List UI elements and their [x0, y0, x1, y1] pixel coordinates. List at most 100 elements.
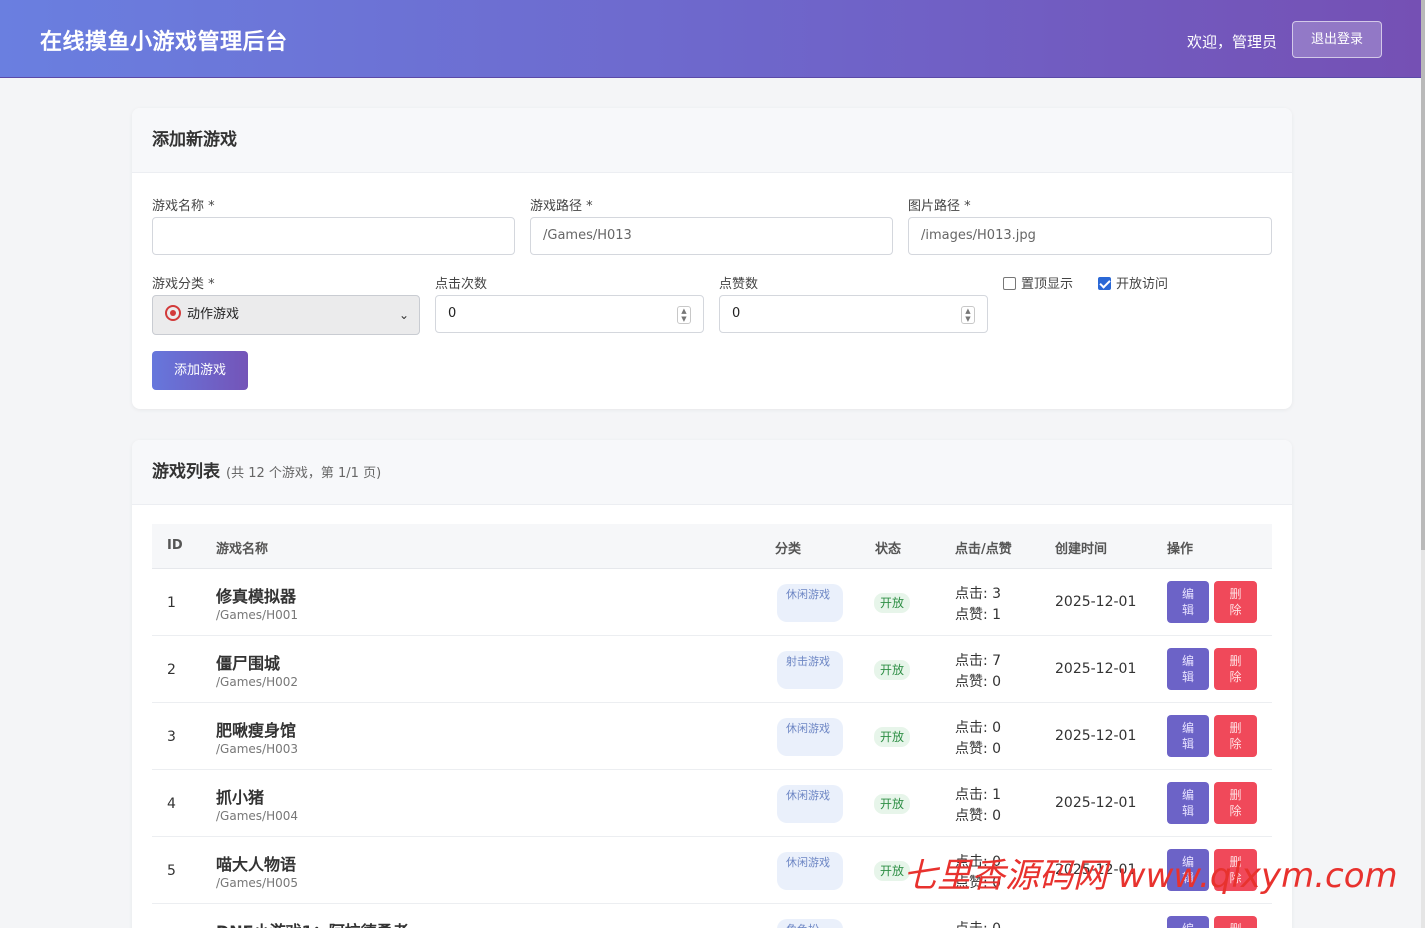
- top-bar: 在线摸鱼小游戏管理后台 欢迎，管理员 退出登录: [0, 0, 1425, 78]
- row-id: 4: [167, 796, 176, 812]
- scrollbar-thumb[interactable]: [1421, 0, 1425, 550]
- clicks-label: 点击次数: [435, 277, 488, 292]
- col-name: 游戏名称: [216, 542, 269, 557]
- category-badge: 休闲游戏: [777, 718, 843, 756]
- delete-button[interactable]: 删 除: [1214, 648, 1257, 690]
- row-id: 1: [167, 595, 176, 611]
- row-id: 3: [167, 729, 176, 745]
- row-game-name: 僵尸围城: [216, 654, 281, 673]
- row-game-path: /Games/H001: [216, 608, 298, 622]
- table-row: 3 肥啾瘦身馆/Games/H003 休闲游戏 开放 2025-12-01 点击: 0 点赞…: [152, 703, 1272, 770]
- chevron-down-icon: ⌄: [398, 308, 409, 322]
- likes-value: 0: [732, 306, 741, 321]
- add-game-card: 添加新游戏 游戏名称 * 游戏路径 * /Games/H013 图片路径 * /…: [132, 108, 1292, 409]
- clicks-value: 0: [448, 306, 457, 321]
- status-badge: 开放: [874, 794, 911, 814]
- game-list-summary: (共 12 个游戏，第 1/1 页): [226, 466, 382, 481]
- row-game-path: /Games/H002: [216, 675, 298, 689]
- add-game-card-header: 添加新游戏: [132, 108, 1292, 173]
- clicks-spinner-icon[interactable]: ▲ ▼: [677, 306, 691, 324]
- game-list-title-text: 游戏列表: [152, 462, 220, 482]
- row-clicks: 点击: 1: [955, 787, 1002, 803]
- row-likes: 点赞: 0: [955, 741, 1002, 757]
- likes-input[interactable]: 0 ▲ ▼: [719, 295, 988, 333]
- row-clicks-likes: 点击: 0 点赞: 0: [955, 718, 1001, 760]
- category-label: 游戏分类 *: [152, 277, 215, 292]
- likes-label: 点赞数: [719, 277, 759, 292]
- app-title: 在线摸鱼小游戏管理后台: [40, 30, 288, 55]
- row-clicks: 点击: 7: [955, 653, 1002, 669]
- game-name-label: 游戏名称 *: [152, 199, 215, 214]
- row-created-date: 2025-12-01: [1055, 594, 1137, 610]
- row-id: 2: [167, 662, 176, 678]
- edit-button[interactable]: 编 辑: [1167, 916, 1209, 928]
- edit-button[interactable]: 编 辑: [1167, 782, 1209, 824]
- category-badge: 休闲游戏: [777, 852, 843, 890]
- watermark: 七里香源码网 www.qlxym.com: [903, 856, 1398, 896]
- category-badge: 角色扮: [777, 919, 843, 928]
- add-game-button[interactable]: 添加游戏: [152, 351, 248, 390]
- row-clicks-likes: 点击: 0: [955, 919, 1001, 928]
- logout-button[interactable]: 退出登录: [1292, 21, 1382, 58]
- row-clicks-likes: 点击: 1 点赞: 0: [955, 785, 1001, 827]
- pin-label: 置顶显示: [1021, 277, 1074, 292]
- row-game-path: /Games/H004: [216, 809, 298, 823]
- row-likes: 点赞: 1: [955, 607, 1002, 623]
- row-likes: 点赞: 0: [955, 808, 1002, 824]
- col-created: 创建时间: [1055, 542, 1108, 557]
- open-checkbox[interactable]: 开放访问: [1098, 273, 1168, 292]
- add-game-title: 添加新游戏: [152, 130, 237, 150]
- edit-button[interactable]: 编 辑: [1167, 648, 1209, 690]
- pin-checkbox[interactable]: 置顶显示: [1003, 273, 1073, 292]
- game-path-input[interactable]: /Games/H013: [530, 217, 893, 255]
- row-clicks: 点击: 0: [955, 720, 1002, 736]
- table-row: 4 抓小猪/Games/H004 休闲游戏 开放 2025-12-01 点击: 1 点赞: …: [152, 770, 1272, 837]
- delete-button[interactable]: 删 除: [1214, 581, 1257, 623]
- open-checkbox-box[interactable]: [1098, 277, 1111, 290]
- row-game-name: 肥啾瘦身馆: [216, 721, 297, 740]
- col-actions: 操作: [1167, 542, 1194, 557]
- page-scrollbar[interactable]: [1421, 0, 1425, 928]
- category-badge: 休闲游戏: [777, 785, 843, 823]
- category-badge: 休闲游戏: [777, 584, 843, 622]
- col-category: 分类: [775, 542, 802, 557]
- row-game-path: /Games/H003: [216, 742, 298, 756]
- image-path-input[interactable]: /images/H013.jpg: [908, 217, 1272, 255]
- table-row: 1 修真模拟器/Games/H001 休闲游戏 开放 2025-12-01 点击: 3 点赞…: [152, 569, 1272, 636]
- edit-button[interactable]: 编 辑: [1167, 715, 1209, 757]
- table-header: ID 游戏名称 分类 状态 点击/点赞 创建时间 操作: [152, 524, 1272, 569]
- row-game-name: DNF小游戏1：阿拉德勇者: [216, 918, 409, 928]
- row-clicks-likes: 点击: 3 点赞: 1: [955, 584, 1001, 626]
- table-row: 6DNF小游戏1：阿拉德勇者角色扮点击: 0编 辑删 除: [152, 904, 1272, 928]
- category-selected-value: 动作游戏: [187, 307, 240, 322]
- row-created-date: 2025-12-01: [1055, 661, 1137, 677]
- pin-checkbox-box[interactable]: [1003, 277, 1016, 290]
- delete-button[interactable]: 删 除: [1214, 782, 1257, 824]
- col-status: 状态: [875, 542, 902, 557]
- category-select[interactable]: 动作游戏 ⌄: [152, 295, 420, 335]
- row-clicks-likes: 点击: 7 点赞: 0: [955, 651, 1001, 693]
- table-row: 2 僵尸围城/Games/H002 射击游戏 开放 2025-12-01 点击: 7 点赞:…: [152, 636, 1272, 703]
- row-game-name: 修真模拟器: [216, 587, 297, 606]
- status-badge: 开放: [874, 660, 911, 680]
- delete-button[interactable]: 删 除: [1214, 916, 1257, 928]
- welcome-text: 欢迎，管理员: [1186, 33, 1277, 51]
- row-clicks: 点击: 3: [955, 586, 1002, 602]
- status-badge: 开放: [874, 593, 911, 613]
- edit-button[interactable]: 编 辑: [1167, 581, 1209, 623]
- category-badge: 射击游戏: [777, 651, 843, 689]
- game-path-label: 游戏路径 *: [530, 199, 593, 214]
- row-game-name: 抓小猪: [216, 788, 265, 807]
- delete-button[interactable]: 删 除: [1214, 715, 1257, 757]
- status-badge: 开放: [874, 727, 911, 747]
- game-list-title: 游戏列表 (共 12 个游戏，第 1/1 页): [152, 440, 1272, 506]
- row-clicks: 点击: 0: [955, 919, 1001, 928]
- clicks-input[interactable]: 0 ▲ ▼: [435, 295, 704, 333]
- game-list-card-header: 游戏列表 (共 12 个游戏，第 1/1 页): [132, 440, 1292, 505]
- col-id: ID: [167, 538, 183, 553]
- row-id: 5: [167, 863, 176, 879]
- row-created-date: 2025-12-01: [1055, 795, 1137, 811]
- likes-spinner-icon[interactable]: ▲ ▼: [961, 306, 975, 324]
- game-name-input[interactable]: [152, 217, 515, 255]
- open-label: 开放访问: [1116, 277, 1169, 292]
